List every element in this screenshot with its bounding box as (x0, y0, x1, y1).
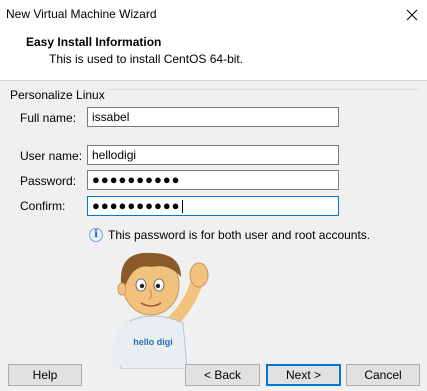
info-text: This password is for both user and root … (108, 228, 371, 242)
confirm-label: Confirm: (20, 199, 66, 213)
text-cursor (181, 200, 183, 214)
user-name-value: hellodigi (92, 148, 137, 162)
next-button[interactable]: Next > (266, 364, 341, 386)
info-icon: i (89, 228, 103, 242)
password-value: ●●●●●●●●●● (92, 172, 181, 187)
password-field[interactable]: ●●●●●●●●●● (87, 170, 339, 190)
confirm-field[interactable]: ●●●●●●●●●● (87, 196, 339, 216)
confirm-value: ●●●●●●●●●● (92, 198, 181, 213)
help-button[interactable]: Help (8, 364, 82, 386)
group-legend: Personalize Linux (10, 88, 107, 102)
header-title: Easy Install Information (26, 35, 162, 49)
mascot-illustration: hello digi (110, 252, 209, 369)
full-name-value: issabel (92, 110, 130, 124)
full-name-field[interactable]: issabel (87, 107, 339, 127)
cancel-button[interactable]: Cancel (346, 364, 420, 386)
full-name-label: Full name: (20, 111, 77, 125)
user-name-label: User name: (20, 149, 83, 163)
header-subtitle: This is used to install CentOS 64-bit. (49, 52, 244, 66)
close-icon (406, 9, 418, 21)
window-title: New Virtual Machine Wizard (6, 7, 157, 21)
password-label: Password: (20, 174, 77, 188)
close-button[interactable] (400, 4, 424, 26)
back-button[interactable]: < Back (185, 364, 260, 386)
mascot-shirt-text: hello digi (133, 337, 173, 347)
user-name-field[interactable]: hellodigi (87, 145, 339, 165)
